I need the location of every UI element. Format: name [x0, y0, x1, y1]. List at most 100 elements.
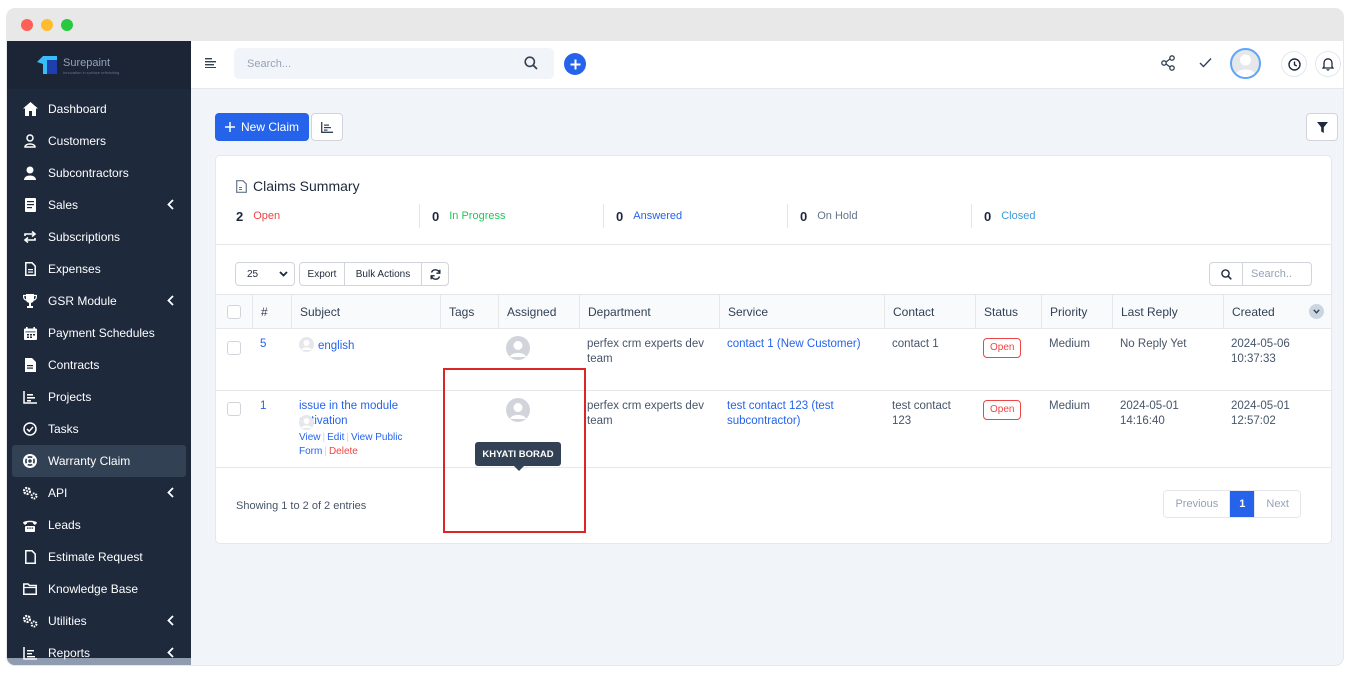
previous-page-button[interactable]: Previous: [1164, 491, 1230, 517]
lifebuoy-icon: [22, 453, 38, 469]
chevron-left-icon: [167, 199, 174, 210]
column-header-assigned[interactable]: Assigned: [498, 295, 579, 329]
sidebar-item-knowledge-base[interactable]: Knowledge Base: [12, 573, 186, 605]
created-cell: 2024-05-01 12:57:02: [1231, 400, 1290, 427]
column-header-tags[interactable]: Tags: [440, 295, 498, 329]
filter-button[interactable]: [1306, 113, 1338, 141]
share-icon[interactable]: [1161, 55, 1175, 71]
status-badge[interactable]: Open: [983, 400, 1022, 420]
calendar-icon: [22, 325, 38, 341]
file-icon: [22, 549, 38, 565]
sidebar-item-api[interactable]: API: [12, 477, 186, 509]
edit-link[interactable]: Edit: [327, 432, 344, 443]
global-search-input[interactable]: [234, 48, 514, 79]
chevron-left-icon: [167, 487, 174, 498]
logo-icon: [37, 56, 57, 74]
timer-button[interactable]: [1281, 51, 1307, 77]
sidebar-menu: Dashboard Customers Subcontractors Sales…: [12, 93, 186, 665]
minimize-window-button[interactable]: [41, 19, 53, 31]
search-icon[interactable]: [524, 56, 538, 70]
claim-subject-link[interactable]: issue in the module activation: [299, 399, 435, 429]
quick-create-button[interactable]: [564, 53, 586, 75]
column-header-subject[interactable]: Subject: [291, 295, 440, 329]
next-page-button[interactable]: Next: [1254, 491, 1300, 517]
new-claim-button[interactable]: New Claim: [215, 113, 310, 141]
stat-answered[interactable]: 0 Answered: [604, 204, 788, 228]
claim-id-link[interactable]: 1: [260, 399, 266, 414]
sidebar-item-warranty-claim[interactable]: Warranty Claim: [12, 445, 186, 477]
maximize-window-button[interactable]: [61, 19, 73, 31]
sidebar-item-gsr-module[interactable]: GSR Module: [12, 285, 186, 317]
sidebar-item-subscriptions[interactable]: Subscriptions: [12, 221, 186, 253]
bell-icon: [1322, 58, 1334, 71]
bulk-actions-button[interactable]: Bulk Actions: [344, 262, 422, 286]
sidebar-item-contracts[interactable]: Contracts: [12, 349, 186, 381]
delete-link[interactable]: Delete: [329, 446, 358, 457]
sidebar-item-tasks[interactable]: Tasks: [12, 413, 186, 445]
sidebar-item-dashboard[interactable]: Dashboard: [12, 93, 186, 125]
export-button[interactable]: Export: [299, 262, 345, 286]
row-actions: View | Edit | View Public Form | Delete: [299, 432, 403, 457]
close-window-button[interactable]: [21, 19, 33, 31]
table-search-button[interactable]: [1209, 262, 1243, 286]
sidebar-item-expenses[interactable]: Expenses: [12, 253, 186, 285]
contact-cell: contact 1: [892, 338, 939, 350]
columns-toggle-button[interactable]: [1309, 304, 1324, 319]
menu-toggle-icon[interactable]: [205, 58, 216, 68]
sidebar-item-estimate-request[interactable]: Estimate Request: [12, 541, 186, 573]
chevron-left-icon: [167, 295, 174, 306]
column-header-department[interactable]: Department: [579, 295, 719, 329]
last-reply-cell: No Reply Yet: [1120, 338, 1187, 350]
claim-id-link[interactable]: 5: [260, 337, 266, 352]
user-avatar[interactable]: [1230, 48, 1261, 79]
claim-subject-link[interactable]: english: [299, 337, 435, 354]
service-link[interactable]: test contact 123 (test subcontractor): [727, 399, 877, 429]
trophy-icon: [22, 293, 38, 309]
page-length-select[interactable]: 25: [235, 262, 295, 286]
assigned-avatar[interactable]: [506, 336, 530, 360]
status-badge[interactable]: Open: [983, 338, 1022, 358]
sidebar-item-subcontractors[interactable]: Subcontractors: [12, 157, 186, 189]
table-search-input[interactable]: [1242, 262, 1312, 286]
browser-window: Surepaint Innovation in surface refinish…: [7, 9, 1343, 665]
stat-in-progress[interactable]: 0 In Progress: [420, 204, 604, 228]
column-header-service[interactable]: Service: [719, 295, 884, 329]
reload-button[interactable]: [421, 262, 449, 286]
page-1-button[interactable]: 1: [1229, 491, 1255, 517]
sidebar-item-customers[interactable]: Customers: [12, 125, 186, 157]
chevron-down-icon: [1313, 309, 1320, 314]
user-outline-icon: [22, 133, 38, 149]
chart-bars-icon: [321, 121, 333, 133]
table-row[interactable]: 5 english perfex crm experts dev team co…: [216, 329, 1331, 391]
user-avatar-icon: [1235, 54, 1256, 77]
sidebar-item-leads[interactable]: Leads: [12, 509, 186, 541]
toggle-summary-button[interactable]: [311, 113, 343, 141]
column-header-id[interactable]: #: [252, 295, 291, 329]
user-avatar-icon: [299, 337, 314, 352]
service-link[interactable]: contact 1 (New Customer): [727, 337, 877, 352]
select-all-checkbox[interactable]: [227, 305, 241, 319]
checkmark-icon[interactable]: [1199, 57, 1212, 68]
column-header-contact[interactable]: Contact: [884, 295, 975, 329]
sidebar-item-projects[interactable]: Projects: [12, 381, 186, 413]
column-header-last-reply[interactable]: Last Reply: [1112, 295, 1223, 329]
stat-closed[interactable]: 0 Closed: [972, 204, 1156, 228]
column-header-status[interactable]: Status: [975, 295, 1041, 329]
assigned-avatar[interactable]: [506, 398, 530, 422]
sidebar-item-sales[interactable]: Sales: [12, 189, 186, 221]
priority-cell: Medium: [1049, 338, 1090, 350]
brand-logo[interactable]: Surepaint Innovation in surface refinish…: [7, 41, 191, 89]
stat-on-hold[interactable]: 0 On Hold: [788, 204, 972, 228]
department-cell: perfex crm experts dev team: [587, 338, 704, 365]
horizontal-scrollbar[interactable]: [7, 658, 191, 665]
sidebar-item-utilities[interactable]: Utilities: [12, 605, 186, 637]
table-row[interactable]: 1 issue in the module activation View | Ed…: [216, 391, 1331, 468]
row-checkbox[interactable]: [227, 402, 241, 416]
sidebar-item-payment-schedules[interactable]: Payment Schedules: [12, 317, 186, 349]
column-header-priority[interactable]: Priority: [1041, 295, 1112, 329]
view-link[interactable]: View: [299, 432, 321, 443]
notifications-button[interactable]: [1315, 51, 1341, 77]
stat-open[interactable]: 2 Open: [236, 204, 420, 228]
receipt-icon: [22, 197, 38, 213]
row-checkbox[interactable]: [227, 341, 241, 355]
